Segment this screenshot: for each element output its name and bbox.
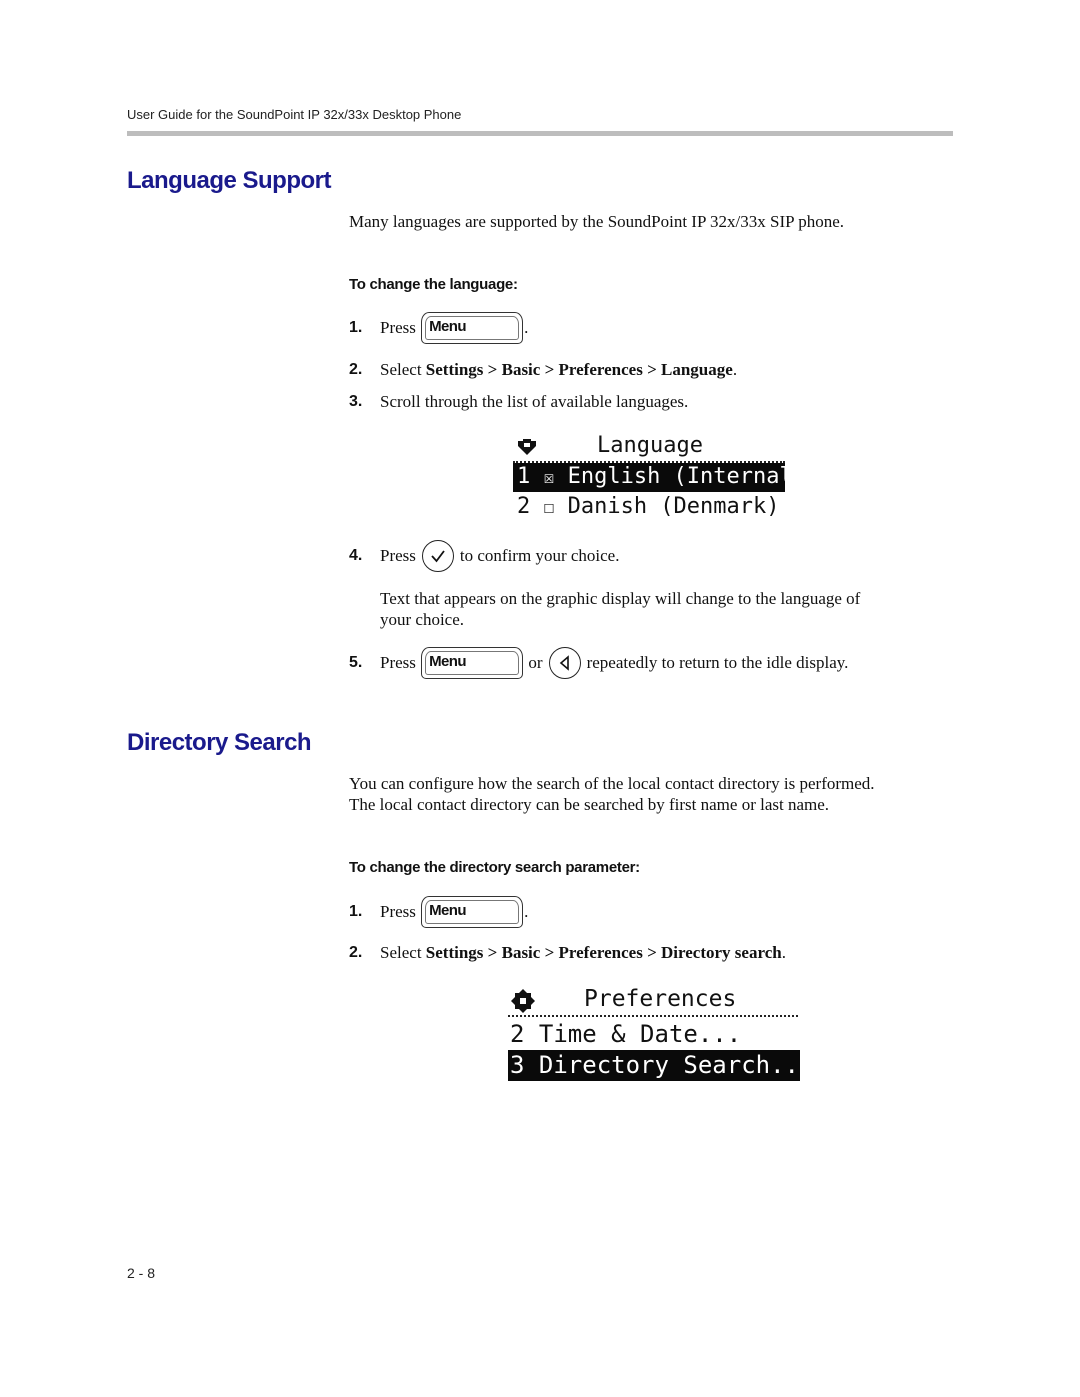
step-number: 4.	[349, 547, 363, 564]
language-menu-icon	[518, 439, 536, 455]
language-option-danish[interactable]: 2 ☐ Danish (Denmark)	[517, 493, 780, 522]
step-punct: .	[732, 360, 738, 379]
screen-title: Language	[597, 433, 703, 458]
language-step-1: 1. Press Menu .	[349, 312, 529, 344]
screen-title: Preferences	[584, 986, 737, 1012]
note-line: your choice.	[380, 610, 465, 629]
language-step-2: 2. Select Settings > Basic > Preferences…	[349, 355, 737, 385]
section-title-directory-search: Directory Search	[127, 729, 312, 756]
language-step-5: 5. Press Menu or repeatedly to return to…	[349, 647, 849, 679]
checked-checkbox-icon: ☒	[543, 467, 555, 488]
section-title-language-support: Language Support	[127, 167, 332, 194]
intro-line: The local contact directory can be searc…	[349, 795, 830, 814]
menu-key-icon: Menu	[421, 647, 524, 679]
menu-key-icon: Menu	[421, 312, 524, 344]
language-screen: Language 1 ☒ English (Internal) 2 ☐ Dani…	[513, 432, 806, 524]
step-text: Press	[380, 902, 416, 921]
directory-step-2: 2. Select Settings > Basic > Preferences…	[349, 938, 786, 968]
step-punct: .	[781, 943, 786, 962]
step-text: Press	[380, 546, 416, 565]
step-text: to confirm your choice.	[459, 546, 620, 565]
screen-divider	[508, 1015, 798, 1017]
menu-path: Settings > Basic > Preferences > Directo…	[425, 943, 782, 962]
step-text: Scroll through the list of available lan…	[380, 392, 689, 411]
language-step-3: 3. Scroll through the list of available …	[349, 387, 688, 417]
step-text: Select	[380, 360, 422, 379]
step-text: repeatedly to return to the idle display…	[586, 653, 849, 672]
preference-option-directory-search[interactable]: 3 Directory Search...	[508, 1050, 813, 1081]
running-header: User Guide for the SoundPoint IP 32x/33x…	[127, 107, 462, 122]
directory-procedure-heading: To change the directory search parameter…	[349, 859, 640, 876]
step-number: 1.	[349, 319, 363, 336]
language-option-english[interactable]: 1 ☒ English (Internal)	[513, 463, 806, 492]
header-rule	[127, 131, 953, 136]
menu-key-label: Menu	[429, 902, 466, 919]
preferences-menu-icon	[511, 989, 535, 1013]
unchecked-checkbox-icon: ☐	[543, 497, 555, 518]
option-label: Danish (Denmark)	[567, 494, 780, 519]
menu-key-label: Menu	[429, 318, 466, 335]
menu-key-icon: Menu	[421, 896, 524, 928]
step-number: 3.	[349, 393, 363, 410]
step-text: Press	[380, 653, 416, 672]
step-number: 5.	[349, 654, 363, 671]
language-step-4-note: Text that appears on the graphic display…	[380, 588, 860, 630]
left-arrow-icon	[548, 647, 581, 679]
preference-option-time-date[interactable]: 2 Time & Date...	[510, 1019, 741, 1049]
checkmark-icon	[421, 540, 454, 572]
step-text: Select	[380, 943, 422, 962]
menu-path: Settings > Basic > Preferences > Languag…	[425, 360, 733, 379]
language-intro: Many languages are supported by the Soun…	[349, 212, 845, 231]
page-number: 2 - 8	[127, 1265, 156, 1281]
note-line: Text that appears on the graphic display…	[380, 589, 861, 608]
intro-line: You can configure how the search of the …	[349, 774, 875, 793]
option-index: 2	[517, 494, 531, 519]
step-number: 1.	[349, 903, 363, 920]
preferences-screen: Preferences 2 Time & Date... 3 Directory…	[508, 984, 813, 1082]
option-label: English (Internal)	[567, 464, 807, 489]
option-index: 1	[517, 464, 531, 489]
language-procedure-heading: To change the language:	[349, 276, 518, 293]
directory-step-1: 1. Press Menu .	[349, 896, 529, 928]
step-punct: .	[524, 318, 529, 337]
step-punct: .	[524, 902, 529, 921]
step-text: or	[528, 653, 543, 672]
language-step-4: 4. Press to confirm your choice.	[349, 540, 620, 572]
directory-intro: You can configure how the search of the …	[349, 773, 875, 815]
step-number: 2.	[349, 361, 363, 378]
step-number: 2.	[349, 944, 363, 961]
step-text: Press	[380, 318, 416, 337]
menu-key-label: Menu	[429, 653, 466, 670]
